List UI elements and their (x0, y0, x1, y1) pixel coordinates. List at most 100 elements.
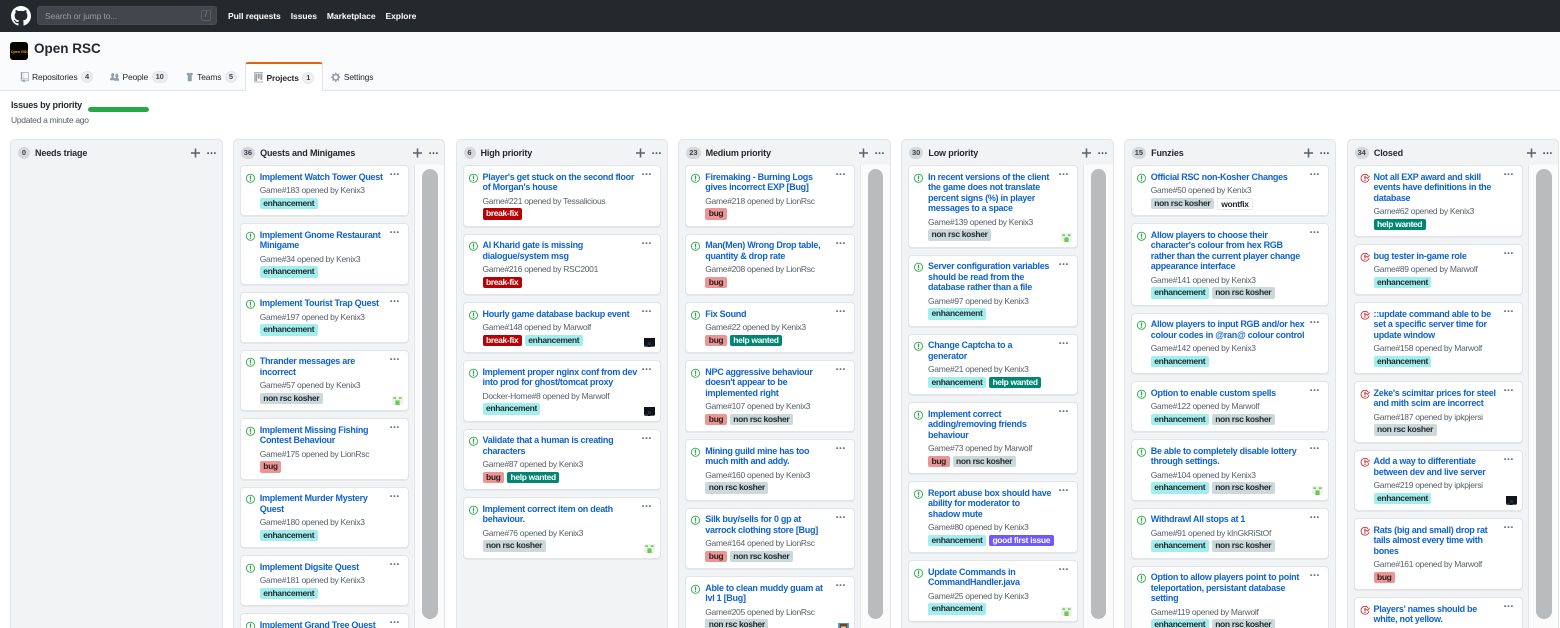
card-menu-button[interactable] (1310, 447, 1319, 449)
card-title[interactable]: Implement correct adding/removing friend… (928, 409, 1071, 441)
label-enhancement[interactable]: enhancement (260, 266, 318, 278)
card-menu-button[interactable] (390, 563, 399, 565)
card-menu-button[interactable] (1310, 321, 1319, 323)
card-title[interactable]: Server configuration variables should be… (928, 261, 1071, 293)
card-title[interactable]: Implement Watch Tower Quest (260, 172, 403, 183)
label-enhancement[interactable]: enhancement (525, 335, 583, 347)
assignee-avatar[interactable] (838, 621, 849, 628)
issue-card[interactable]: Silk buy/sells for 0 gp at varrock cloth… (685, 508, 855, 570)
issue-card[interactable]: Able to clean muddy guam at lvl 1 [Bug]G… (685, 576, 855, 628)
card-title[interactable]: Implement correct item on death behaviou… (483, 504, 655, 525)
label-non-rsc-kosher[interactable]: non rsc kosher (1212, 414, 1275, 426)
label-non-rsc-kosher[interactable]: non rsc kosher (705, 619, 768, 628)
card-menu-button[interactable] (1504, 252, 1513, 254)
label-enhancement[interactable]: enhancement (1374, 277, 1432, 289)
label-enhancement[interactable]: enhancement (928, 308, 986, 320)
label-help-wanted[interactable]: help wanted (989, 377, 1041, 389)
card-menu-button[interactable] (390, 426, 399, 428)
card-title[interactable]: Withdrawl All stops at 1 (1151, 514, 1323, 525)
label-non-rsc-kosher[interactable]: non rsc kosher (260, 393, 323, 405)
card-menu-button[interactable] (1504, 310, 1513, 312)
label-enhancement[interactable]: enhancement (260, 198, 318, 210)
card-title[interactable]: Fix Sound (705, 309, 848, 320)
card-title[interactable]: Rats (big and small) drop rat tails almo… (1374, 525, 1517, 557)
card-menu-button[interactable] (390, 300, 399, 302)
card-title[interactable]: Implement Murder Mystery Quest (260, 493, 403, 514)
card-menu-button[interactable] (642, 242, 651, 244)
card-menu-button[interactable] (836, 584, 845, 586)
card-title[interactable]: Firemaking - Burning Logs gives incorrec… (705, 172, 848, 193)
card-menu-button[interactable] (1059, 342, 1068, 344)
label-wontfix[interactable]: wontfix (1217, 198, 1253, 211)
label-bug[interactable]: bug (705, 551, 727, 563)
issue-card[interactable]: Fix SoundGame#22 opened by Kenix3bughelp… (685, 302, 855, 353)
card-menu-button[interactable] (1059, 410, 1068, 412)
card-menu-button[interactable] (1059, 489, 1068, 491)
card-title[interactable]: ::update command able to be set a specif… (1374, 309, 1517, 341)
tab-teams[interactable]: Teams5 (176, 62, 245, 91)
label-help-wanted[interactable]: help wanted (1374, 219, 1426, 231)
column-menu-button[interactable] (207, 151, 216, 155)
issue-card[interactable]: Change Captcha to a generatorGame#21 ope… (908, 334, 1078, 396)
label-enhancement[interactable]: enhancement (260, 530, 318, 542)
org-name[interactable]: Open RSC (34, 41, 101, 56)
card-menu-button[interactable] (836, 516, 845, 518)
card-title[interactable]: Option to enable custom spells (1151, 388, 1323, 399)
issue-card[interactable]: Report abuse box should have ability for… (908, 481, 1078, 553)
assignee-avatar[interactable] (1061, 605, 1072, 616)
column-scrollbar-track[interactable] (860, 165, 891, 628)
label-non-rsc-kosher[interactable]: non rsc kosher (1151, 198, 1214, 210)
issue-card[interactable]: bug tester in-game roleGame#89 opened by… (1354, 244, 1524, 295)
column-scrollbar-track[interactable] (1528, 165, 1559, 628)
column-menu-button[interactable] (1543, 151, 1552, 155)
issue-card[interactable]: Player's get stuck on the second floor o… (463, 165, 662, 227)
issue-card[interactable]: Allow players to input RGB and/or hex co… (1131, 313, 1330, 375)
card-title[interactable]: Hourly game database backup event (483, 309, 655, 320)
card-menu-button[interactable] (1504, 458, 1513, 460)
assignee-avatar[interactable] (1312, 484, 1323, 495)
label-enhancement[interactable]: enhancement (1151, 482, 1209, 494)
issue-card[interactable]: In recent versions of the client the gam… (908, 165, 1078, 248)
column-scrollbar-track[interactable] (414, 165, 445, 628)
label-bug[interactable]: bug (705, 277, 727, 289)
top-nav-explore[interactable]: Explore (386, 11, 417, 21)
assignee-avatar[interactable] (644, 336, 655, 347)
card-title[interactable]: Players' names should be white, not yell… (1374, 604, 1517, 625)
org-avatar[interactable]: Open RSC (10, 42, 28, 60)
issue-card[interactable]: Mining guild mine has too much mith and … (685, 439, 855, 501)
tab-repositories[interactable]: Repositories4 (11, 62, 101, 91)
label-break-fix[interactable]: break-fix (483, 335, 522, 347)
label-enhancement[interactable]: enhancement (483, 403, 541, 415)
card-title[interactable]: Add a way to differentiate between dev a… (1374, 456, 1517, 477)
card-menu-button[interactable] (1310, 516, 1319, 518)
card-menu-button[interactable] (1310, 574, 1319, 576)
label-bug[interactable]: bug (705, 414, 727, 426)
label-bug[interactable]: bug (705, 208, 727, 220)
issue-card[interactable]: Implement correct adding/removing friend… (908, 402, 1078, 474)
card-menu-button[interactable] (1504, 389, 1513, 391)
label-non-rsc-kosher[interactable]: non rsc kosher (1374, 424, 1437, 436)
search-input[interactable]: Search or jump to... / (37, 6, 217, 25)
issue-card[interactable]: Implement Watch Tower QuestGame#183 open… (240, 165, 410, 216)
issue-card[interactable]: Official RSC non-Kosher ChangesGame#50 o… (1131, 165, 1330, 216)
label-enhancement[interactable]: enhancement (260, 324, 318, 336)
card-title[interactable]: Validate that a human is creating charac… (483, 435, 655, 456)
label-enhancement[interactable]: enhancement (928, 603, 986, 615)
add-card-button[interactable] (636, 147, 645, 159)
label-break-fix[interactable]: break-fix (483, 277, 522, 289)
issue-card[interactable]: Thrander messages are incorrectGame#57 o… (240, 350, 410, 412)
card-title[interactable]: Update Commands in CommandHandler.java (928, 567, 1071, 588)
card-title[interactable]: Implement Grand Tree Quest (260, 620, 403, 628)
card-title[interactable]: Be able to completely disable lottery th… (1151, 446, 1323, 467)
card-title[interactable]: Option to allow players point to point t… (1151, 572, 1323, 604)
label-help-wanted[interactable]: help wanted (730, 335, 782, 347)
issue-card[interactable]: Implement proper nginx conf from dev int… (463, 360, 662, 422)
github-logo-icon[interactable] (11, 6, 31, 26)
label-enhancement[interactable]: enhancement (260, 588, 318, 600)
label-enhancement[interactable]: enhancement (1374, 493, 1432, 505)
label-enhancement[interactable]: enhancement (1151, 356, 1209, 368)
label-bug[interactable]: bug (260, 461, 282, 473)
top-nav-pull-requests[interactable]: Pull requests (228, 11, 281, 21)
issue-card[interactable]: Not all EXP award and skill events have … (1354, 165, 1524, 237)
card-title[interactable]: Implement Tourist Trap Quest (260, 298, 403, 309)
